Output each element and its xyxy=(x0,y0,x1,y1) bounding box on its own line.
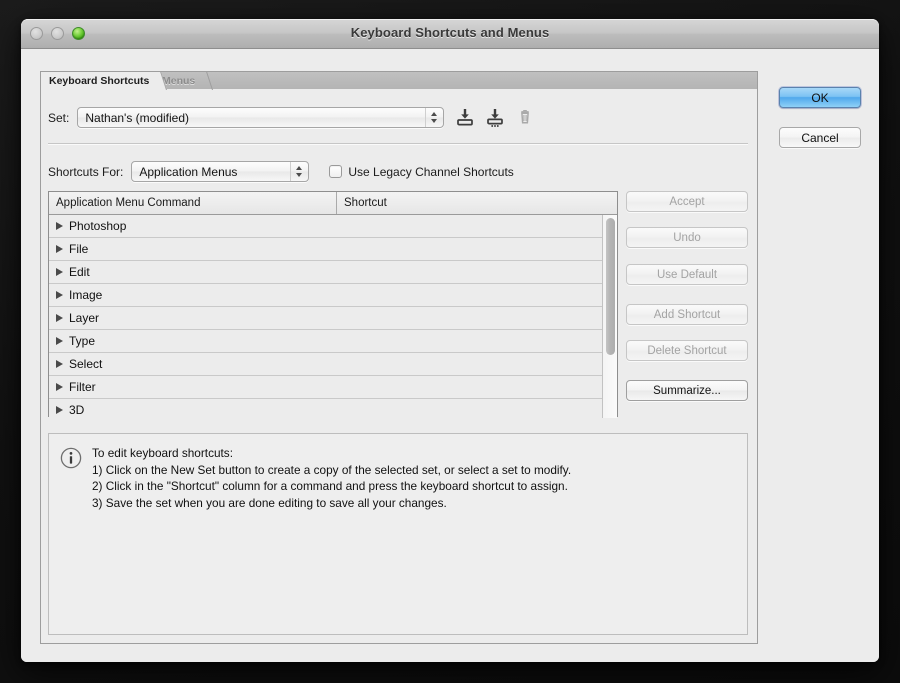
shortcuts-table: Application Menu Command Shortcut Photos… xyxy=(48,191,618,417)
column-header-shortcut[interactable]: Shortcut xyxy=(337,192,617,214)
accept-button[interactable]: Accept xyxy=(626,191,748,212)
column-header-command[interactable]: Application Menu Command xyxy=(49,192,337,214)
checkbox-box-icon xyxy=(329,165,342,178)
title-bar: Keyboard Shortcuts and Menus xyxy=(21,19,879,49)
table-vertical-scrollbar[interactable] xyxy=(602,215,617,418)
set-dropdown-value: Nathan's (modified) xyxy=(78,111,425,125)
delete-shortcut-button[interactable]: Delete Shortcut xyxy=(626,340,748,361)
row-command-label: Filter xyxy=(69,380,96,394)
table-body: Photoshop File Edit xyxy=(49,215,617,418)
disclosure-triangle-icon[interactable] xyxy=(56,245,63,253)
disclosure-triangle-icon[interactable] xyxy=(56,337,63,345)
shortcuts-for-value: Application Menus xyxy=(132,165,290,179)
save-set-as-icon[interactable] xyxy=(486,108,504,127)
shortcuts-for-row: Shortcuts For: Application Menus Use Leg… xyxy=(48,161,514,182)
save-set-icon[interactable] xyxy=(456,108,474,127)
tab-bar: Keyboard Shortcuts Menus xyxy=(40,71,758,89)
info-line-2: 2) Click in the "Shortcut" column for a … xyxy=(92,478,571,495)
tab-keyboard-shortcuts-label: Keyboard Shortcuts xyxy=(49,75,149,87)
dialog-window: Keyboard Shortcuts and Menus Keyboard Sh… xyxy=(21,19,879,662)
info-line-1: 1) Click on the New Set button to create… xyxy=(92,462,571,479)
summarize-button[interactable]: Summarize... xyxy=(626,380,748,401)
legacy-channel-shortcuts-checkbox[interactable]: Use Legacy Channel Shortcuts xyxy=(329,165,513,179)
disclosure-triangle-icon[interactable] xyxy=(56,383,63,391)
row-command-label: Image xyxy=(69,288,102,302)
row-command-label: File xyxy=(69,242,88,256)
tab-panel: Keyboard Shortcuts Menus Set: Nathan's (… xyxy=(40,71,758,644)
table-row[interactable]: Layer xyxy=(49,307,602,330)
table-row[interactable]: Edit xyxy=(49,261,602,284)
disclosure-triangle-icon[interactable] xyxy=(56,406,63,414)
set-label: Set: xyxy=(48,111,69,125)
row-command-label: 3D xyxy=(69,403,84,417)
table-rows: Photoshop File Edit xyxy=(49,215,602,418)
disclosure-triangle-icon[interactable] xyxy=(56,314,63,322)
window-body: Keyboard Shortcuts Menus Set: Nathan's (… xyxy=(21,49,879,662)
info-line-0: To edit keyboard shortcuts: xyxy=(92,445,571,462)
set-dropdown[interactable]: Nathan's (modified) xyxy=(77,107,444,128)
tab-menus-label: Menus xyxy=(162,75,195,87)
table-row[interactable]: Image xyxy=(49,284,602,307)
table-row[interactable]: Filter xyxy=(49,376,602,399)
info-line-3: 3) Save the set when you are done editin… xyxy=(92,495,571,512)
row-command-label: Photoshop xyxy=(69,219,126,233)
table-row[interactable]: 3D xyxy=(49,399,602,418)
undo-button[interactable]: Undo xyxy=(626,227,748,248)
panel-body: Set: Nathan's (modified) xyxy=(40,89,758,644)
row-command-label: Layer xyxy=(69,311,99,325)
section-divider xyxy=(48,143,748,145)
delete-set-icon[interactable] xyxy=(516,108,534,127)
row-command-label: Type xyxy=(69,334,95,348)
tab-keyboard-shortcuts[interactable]: Keyboard Shortcuts xyxy=(41,72,159,90)
row-command-label: Select xyxy=(69,357,102,371)
info-icon xyxy=(60,447,82,469)
table-header-row: Application Menu Command Shortcut xyxy=(49,192,617,215)
shortcuts-for-stepper-icon xyxy=(290,162,307,181)
add-shortcut-button[interactable]: Add Shortcut xyxy=(626,304,748,325)
table-row[interactable]: Select xyxy=(49,353,602,376)
disclosure-triangle-icon[interactable] xyxy=(56,222,63,230)
scrollbar-thumb[interactable] xyxy=(606,218,615,355)
set-stepper-icon xyxy=(425,108,442,127)
disclosure-triangle-icon[interactable] xyxy=(56,360,63,368)
shortcuts-for-dropdown[interactable]: Application Menus xyxy=(131,161,309,182)
use-default-button[interactable]: Use Default xyxy=(626,264,748,285)
disclosure-triangle-icon[interactable] xyxy=(56,268,63,276)
ok-button[interactable]: OK xyxy=(779,87,861,108)
table-row[interactable]: File xyxy=(49,238,602,261)
cancel-button[interactable]: Cancel xyxy=(779,127,861,148)
info-text: To edit keyboard shortcuts: 1) Click on … xyxy=(92,445,571,511)
disclosure-triangle-icon[interactable] xyxy=(56,291,63,299)
table-row[interactable]: Type xyxy=(49,330,602,353)
table-row[interactable]: Photoshop xyxy=(49,215,602,238)
shortcut-action-buttons: Accept Undo Use Default Add Shortcut Del… xyxy=(626,191,748,401)
info-panel: To edit keyboard shortcuts: 1) Click on … xyxy=(48,433,748,635)
set-row: Set: Nathan's (modified) xyxy=(48,107,534,128)
row-command-label: Edit xyxy=(69,265,90,279)
shortcuts-for-label: Shortcuts For: xyxy=(48,165,123,179)
legacy-channel-shortcuts-label: Use Legacy Channel Shortcuts xyxy=(348,165,513,179)
dialog-actions: OK Cancel xyxy=(779,87,861,148)
window-title: Keyboard Shortcuts and Menus xyxy=(21,25,879,40)
